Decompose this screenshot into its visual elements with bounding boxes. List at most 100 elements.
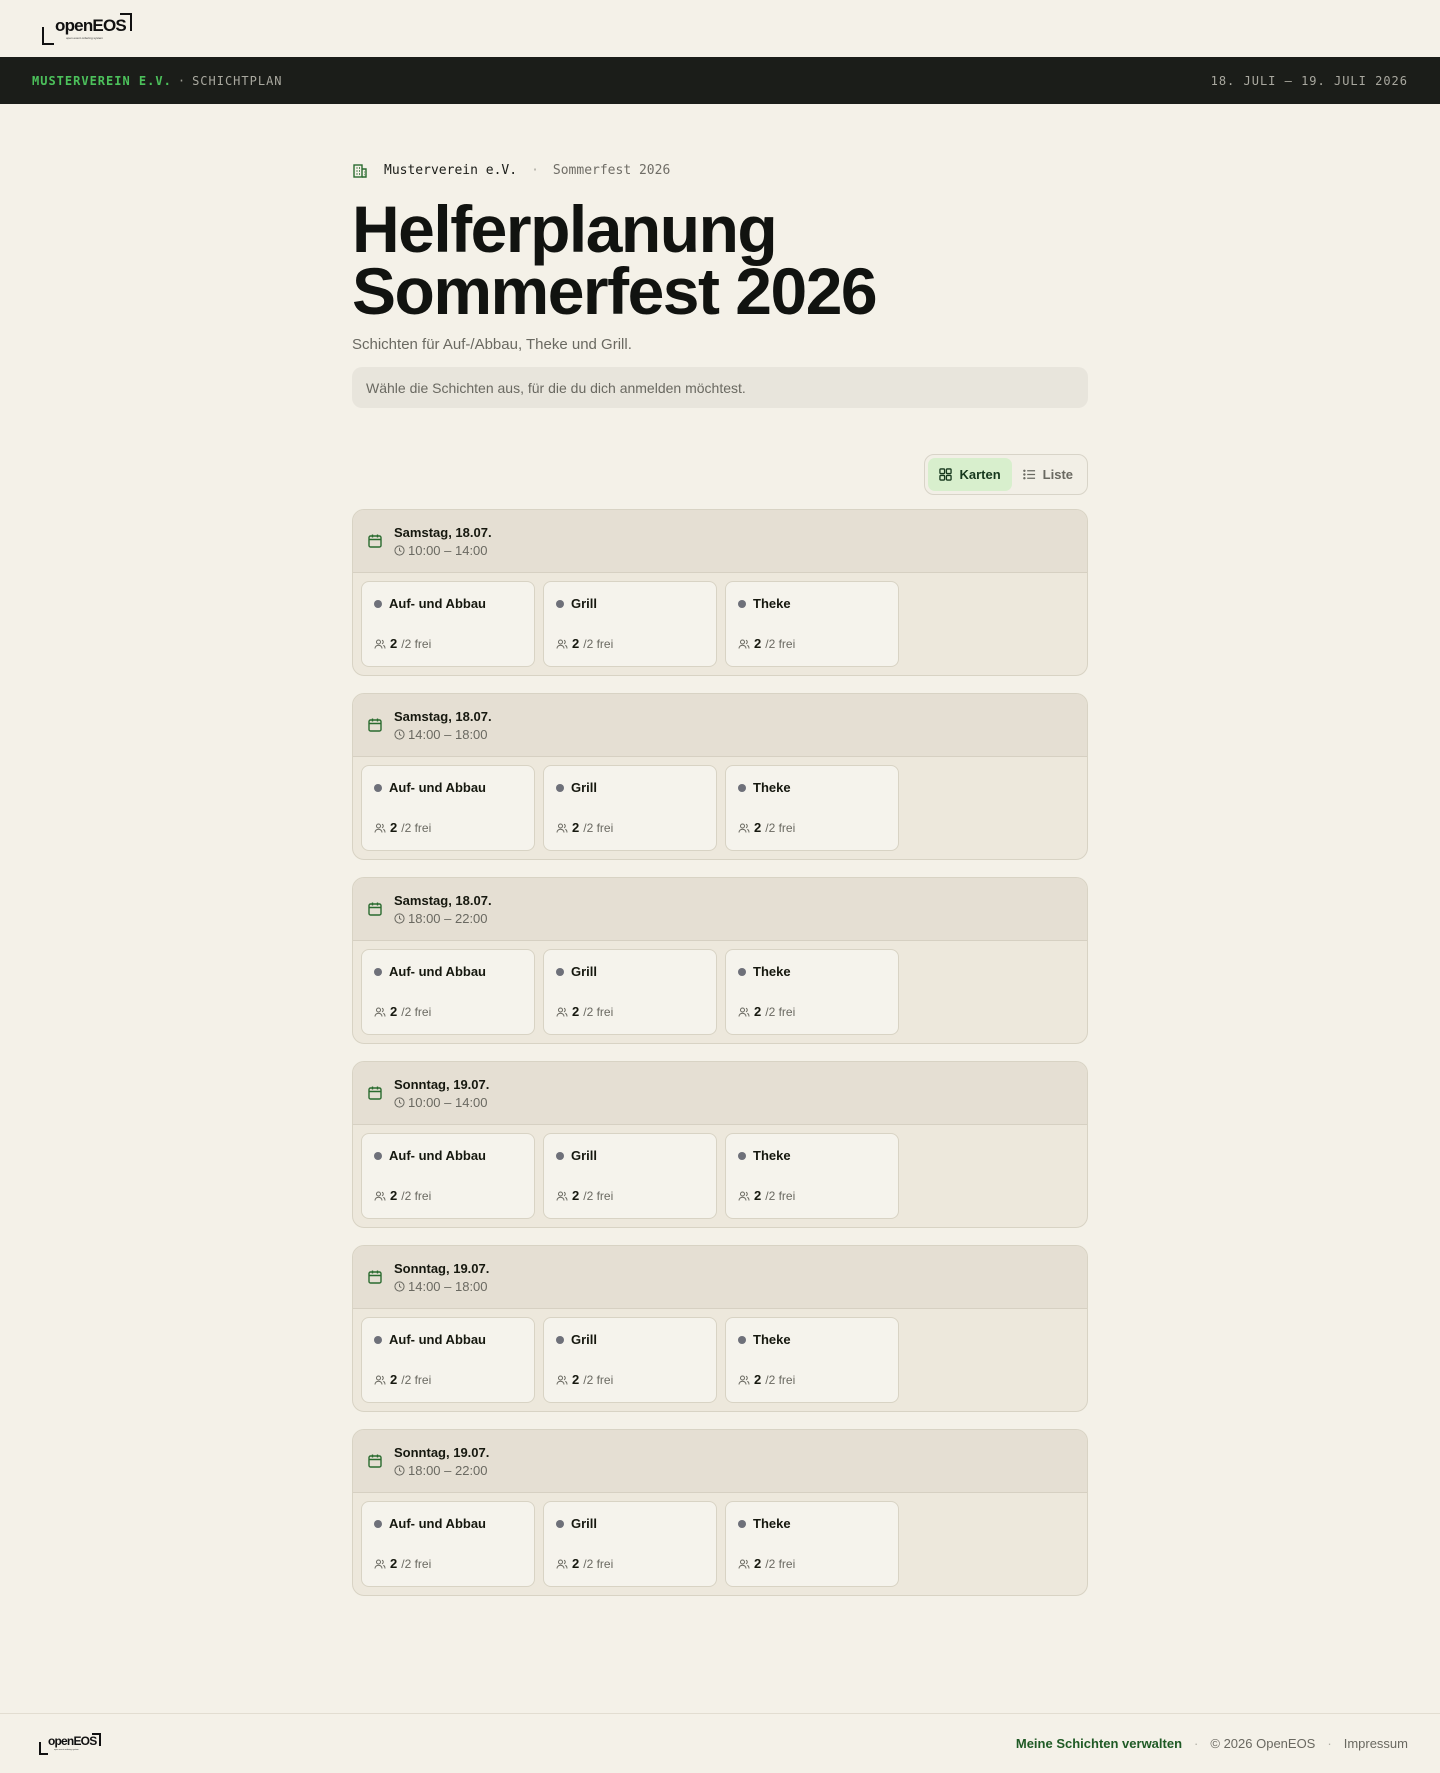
users-icon: [738, 639, 750, 649]
slot-header-text: Sonntag, 19.07. 10:00 – 14:00: [394, 1077, 489, 1110]
users-icon: [556, 1191, 568, 1201]
shift-card[interactable]: Grill 2/2 frei: [543, 949, 717, 1035]
users-icon: [556, 823, 568, 833]
slot-time: 14:00 – 18:00: [394, 1279, 489, 1294]
breadcrumb-org[interactable]: Musterverein e.V.: [384, 163, 517, 178]
shift-card-title: Theke: [738, 964, 886, 979]
free-count: 2: [390, 1556, 398, 1571]
view-toggle: Karten Liste: [924, 454, 1088, 495]
shift-card[interactable]: Auf- und Abbau 2/2 frei: [361, 581, 535, 667]
calendar-icon: [368, 902, 382, 916]
capacity-text: /2 frei: [765, 820, 796, 835]
status-dot: [374, 1519, 382, 1528]
slot-time: 10:00 – 14:00: [394, 1095, 489, 1110]
slot-header-text: Samstag, 18.07. 14:00 – 18:00: [394, 709, 492, 742]
users-icon: [738, 1559, 750, 1569]
status-dot: [374, 599, 382, 608]
band-org: MUSTERVEREIN E.V.: [32, 73, 172, 88]
shift-card[interactable]: Auf- und Abbau 2/2 frei: [361, 1501, 535, 1587]
slot-shift-cards: Auf- und Abbau 2/2 frei Grill 2/2 frei Theke…: [353, 1125, 1087, 1227]
shift-slot: Sonntag, 19.07. 10:00 – 14:00 Auf- und Abb…: [352, 1061, 1088, 1228]
shift-card-title: Theke: [738, 596, 886, 611]
shift-card[interactable]: Auf- und Abbau 2/2 frei: [361, 949, 535, 1035]
footer-links: Meine Schichten verwalten · © 2026 OpenE…: [1016, 1736, 1408, 1751]
footer-logo-bracket-left: [39, 1741, 48, 1755]
shift-card-title: Auf- und Abbau: [374, 1516, 522, 1531]
footer-logo-text: openEOS: [48, 1733, 97, 1748]
slot-time-text: 18:00 – 22:00: [408, 1462, 488, 1478]
users-icon: [738, 1191, 750, 1201]
shift-card-title: Theke: [738, 1332, 886, 1347]
capacity-text: /2 frei: [583, 636, 614, 651]
openeos-logo[interactable]: openEOS open event ordering system: [42, 12, 132, 45]
slot-time: 10:00 – 14:00: [394, 543, 492, 558]
capacity-text: /2 frei: [401, 636, 432, 651]
capacity-text: /2 frei: [401, 1372, 432, 1387]
calendar-icon: [368, 1270, 382, 1284]
shift-card[interactable]: Theke 2/2 frei: [725, 581, 899, 667]
slot-time: 18:00 – 22:00: [394, 1463, 489, 1478]
capacity-text: /2 frei: [765, 1556, 796, 1571]
shift-name: Theke: [753, 780, 791, 795]
shift-name: Theke: [753, 964, 791, 979]
free-count: 2: [390, 1372, 398, 1387]
shift-slot: Sonntag, 19.07. 18:00 – 22:00 Auf- und Abb…: [352, 1429, 1088, 1596]
shift-card-title: Theke: [738, 1516, 886, 1531]
page-title: Helferplanung Sommerfest 2026: [352, 196, 1088, 324]
slot-header-text: Sonntag, 19.07. 18:00 – 22:00: [394, 1445, 489, 1478]
shift-card-title: Grill: [556, 1148, 704, 1163]
status-dot: [738, 783, 746, 792]
shift-card[interactable]: Auf- und Abbau 2/2 frei: [361, 1133, 535, 1219]
band-section: SCHICHTPLAN: [192, 73, 283, 88]
shift-card[interactable]: Theke 2/2 frei: [725, 1501, 899, 1587]
shift-name: Grill: [571, 964, 598, 979]
status-dot: [556, 1151, 564, 1160]
status-dot: [738, 1519, 746, 1528]
shift-card[interactable]: Grill 2/2 frei: [543, 1133, 717, 1219]
slot-time-text: 14:00 – 18:00: [408, 1278, 488, 1294]
breadcrumb-event: Sommerfest 2026: [552, 162, 671, 178]
users-icon: [374, 1191, 386, 1201]
manage-shifts-link[interactable]: Meine Schichten verwalten: [1016, 1736, 1182, 1751]
shift-capacity: 2/2 frei: [556, 1004, 704, 1019]
status-dot: [374, 1335, 382, 1344]
shift-capacity: 2/2 frei: [738, 1004, 886, 1019]
shift-card-title: Auf- und Abbau: [374, 596, 522, 611]
slot-header-text: Samstag, 18.07. 18:00 – 22:00: [394, 893, 492, 926]
band-left: MUSTERVEREIN E.V. · SCHICHTPLAN: [32, 74, 283, 88]
shift-name: Auf- und Abbau: [389, 780, 486, 795]
imprint-link[interactable]: Impressum: [1344, 1736, 1408, 1751]
shift-card[interactable]: Auf- und Abbau 2/2 frei: [361, 765, 535, 851]
status-dot: [738, 1151, 746, 1160]
capacity-text: /2 frei: [401, 1556, 432, 1571]
shift-card[interactable]: Grill 2/2 frei: [543, 1501, 717, 1587]
view-list-label: Liste: [1042, 467, 1073, 482]
view-cards-button[interactable]: Karten: [928, 458, 1012, 491]
shift-card[interactable]: Grill 2/2 frei: [543, 1317, 717, 1403]
status-dot: [374, 783, 382, 792]
logo-bracket-left: [42, 26, 54, 45]
view-list-button[interactable]: Liste: [1012, 458, 1084, 491]
shift-card[interactable]: Theke 2/2 frei: [725, 949, 899, 1035]
shift-card[interactable]: Grill 2/2 frei: [543, 581, 717, 667]
slot-time-text: 10:00 – 14:00: [408, 1094, 488, 1110]
list-icon: [1022, 469, 1035, 480]
shift-name: Grill: [571, 1332, 598, 1347]
shift-name: Grill: [571, 1516, 598, 1531]
shift-capacity: 2/2 frei: [374, 820, 522, 835]
shift-card[interactable]: Auf- und Abbau 2/2 frei: [361, 1317, 535, 1403]
shift-card[interactable]: Theke 2/2 frei: [725, 765, 899, 851]
status-dot: [556, 967, 564, 976]
shift-card[interactable]: Theke 2/2 frei: [725, 1317, 899, 1403]
building-icon: [353, 164, 367, 178]
shift-card-title: Auf- und Abbau: [374, 1148, 522, 1163]
shift-card-title: Grill: [556, 1516, 704, 1531]
shift-capacity: 2/2 frei: [374, 1556, 522, 1571]
status-dot: [556, 1519, 564, 1528]
footer-openeos-logo[interactable]: openEOS open event ordering system: [39, 1732, 101, 1755]
slot-shift-cards: Auf- und Abbau 2/2 frei Grill 2/2 frei Theke…: [353, 1309, 1087, 1411]
shift-card[interactable]: Grill 2/2 frei: [543, 765, 717, 851]
instruction-hint: Wähle die Schichten aus, für die du dich…: [352, 367, 1088, 408]
shift-card[interactable]: Theke 2/2 frei: [725, 1133, 899, 1219]
capacity-text: /2 frei: [401, 820, 432, 835]
